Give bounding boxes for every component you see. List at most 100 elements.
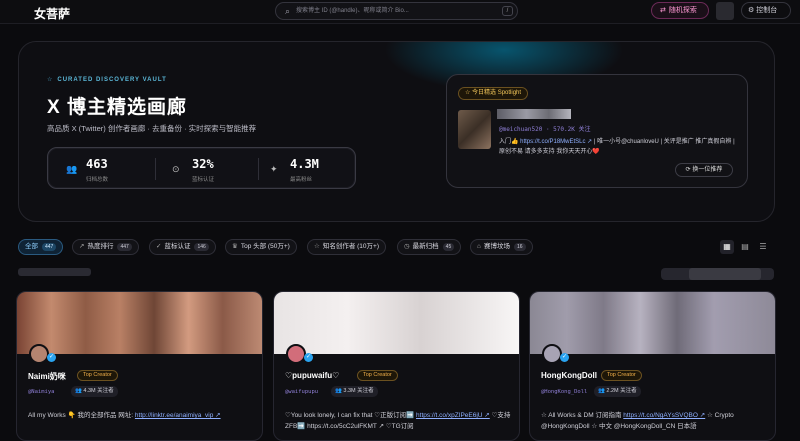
console-label: 控制台 xyxy=(756,7,778,14)
crown-icon: ♛ xyxy=(232,243,238,250)
trending-icon: ↗ xyxy=(79,243,85,250)
avatar[interactable] xyxy=(29,344,49,364)
creator-cover-image[interactable] xyxy=(17,292,262,354)
creator-handle[interactable]: @waifupupu xyxy=(285,389,318,395)
tab-count: 45 xyxy=(442,243,455,251)
check-icon: ✓ xyxy=(156,243,162,250)
verified-badge-icon: ✓ xyxy=(47,353,56,362)
bio-text: ♡You look lonely, I can fix that ♡正版订阅➡️ xyxy=(285,412,417,419)
tab-count: 146 xyxy=(194,243,209,251)
star-icon: ☆ xyxy=(465,90,473,96)
gear-icon: ⚙ xyxy=(748,7,757,14)
tab-count: 447 xyxy=(42,243,57,251)
sparkle-icon: ✦ xyxy=(270,164,278,174)
shuffle-icon: ⇄ xyxy=(660,7,666,14)
refresh-recommend-button[interactable]: ⟳ 换一位推荐 xyxy=(675,163,733,177)
spotlight-thumbnail[interactable] xyxy=(458,110,491,149)
result-count-placeholder xyxy=(18,268,91,276)
tab-top[interactable]: ♛ Top 头部 (50万+) xyxy=(225,239,297,255)
creator-name[interactable]: HongKongDoll xyxy=(541,371,597,380)
creator-handle[interactable]: @Naimiya xyxy=(28,389,55,395)
creator-tag: Top Creator xyxy=(601,370,642,381)
spotlight-badge-label: 今日精选 Spotlight xyxy=(472,90,522,96)
tab-all[interactable]: 全部 447 xyxy=(18,239,64,255)
users-icon: 👥 xyxy=(66,164,78,174)
tab-graveyard[interactable]: ⌂ 赛博坟场 16 xyxy=(470,239,533,255)
top-bar: 女菩萨 ⌕ / ⇄随机探索 ⚙ 控制台 xyxy=(0,0,800,24)
hero-eyebrow: ☆ CURATED DISCOVERY VAULT xyxy=(47,76,167,83)
user-avatar[interactable] xyxy=(716,2,734,20)
creator-name[interactable]: Naimi奶咪 xyxy=(28,371,66,382)
stat-label: 归档总数 xyxy=(86,177,109,183)
creator-bio: ♡You look lonely, I can fix that ♡正版订阅➡️… xyxy=(285,410,513,432)
site-logo[interactable]: 女菩萨 xyxy=(34,5,70,22)
spotlight-badge: ☆ 今日精选 Spotlight xyxy=(458,87,529,100)
tab-trending[interactable]: ↗ 热度排行 447 xyxy=(72,239,139,255)
spotlight-bio: 入门👍 https://t.co/P18MwEtSLc ↗ | 唯一小号@chu… xyxy=(499,137,739,157)
creator-cover-image[interactable] xyxy=(530,292,775,354)
star-icon: ☆ xyxy=(314,243,320,250)
clock-icon: ◷ xyxy=(404,243,410,250)
spotlight-handle[interactable]: @meichuan520 · 570.2K 关注 xyxy=(499,124,590,133)
tab-verified[interactable]: ✓ 蓝标认证 146 xyxy=(149,239,216,255)
tab-count: 16 xyxy=(513,243,526,251)
stat-divider xyxy=(155,158,156,180)
follower-count: 4.3M 关注者 xyxy=(83,388,114,394)
page-title: X 博主精选画廊 xyxy=(47,97,187,118)
creator-handle[interactable]: @HongKong_Doll xyxy=(541,389,587,395)
list-view-icon[interactable]: ☰ xyxy=(756,240,770,254)
tab-notable[interactable]: ☆ 知名创作者 (10万+) xyxy=(307,239,386,255)
creator-followers: 👥 3.3M 关注者 xyxy=(331,386,378,397)
hero-eyebrow-text: CURATED DISCOVERY VAULT xyxy=(57,77,167,83)
search-input[interactable] xyxy=(296,5,501,17)
creator-tag: Top Creator xyxy=(77,370,118,381)
creator-card[interactable]: ✓ HongKongDoll Top Creator @HongKong_Dol… xyxy=(529,291,776,441)
stat-label: 蓝标认证 xyxy=(192,177,215,183)
bio-link[interactable]: https://t.co/xpZIPeE6jU ↗ xyxy=(416,412,490,419)
console-button[interactable]: ⚙ 控制台 xyxy=(741,2,791,19)
tab-label: 赛博坟场 xyxy=(483,243,510,250)
spotlight-bio-link[interactable]: https://t.co/P18MwEtSLc ↗ xyxy=(520,139,592,145)
grid-view-icon[interactable]: ▦ xyxy=(720,240,734,254)
bio-link[interactable]: http://linktr.ee/anaimiya_vip ↗ xyxy=(135,412,221,419)
tab-label: 全部 xyxy=(25,243,38,250)
bio-text: All my Works 👇 我的全部作品 网址: xyxy=(28,412,135,419)
tab-label: 热度排行 xyxy=(87,243,114,250)
search-shortcut-key: / xyxy=(502,6,513,16)
stat-value: 463 xyxy=(86,157,108,171)
bio-text: ☆ All Works & DM 订阅指南 xyxy=(541,412,624,419)
bio-link[interactable]: https://t.co/NgAYsSVQBO ↗ xyxy=(623,412,705,419)
stat-value: 32% xyxy=(192,157,214,171)
check-circle-icon: ⊙ xyxy=(172,164,180,174)
avatar[interactable] xyxy=(542,344,562,364)
large-grid-view-icon[interactable]: ▤ xyxy=(738,240,752,254)
follower-count: 2.2M 关注者 xyxy=(606,388,637,394)
creator-cover-image[interactable] xyxy=(274,292,519,354)
search-box[interactable]: ⌕ / xyxy=(275,2,518,20)
verified-badge-icon: ✓ xyxy=(560,353,569,362)
creator-followers: 👥 2.2M 关注者 xyxy=(594,386,641,397)
creator-card[interactable]: ✓ Naimi奶咪 Top Creator @Naimiya 👥 4.3M 关注… xyxy=(16,291,263,441)
refresh-recommend-label: 换一位推荐 xyxy=(692,167,723,173)
tab-label: Top 头部 (50万+) xyxy=(240,243,290,250)
follower-count: 3.3M 关注者 xyxy=(343,388,374,394)
creator-name[interactable]: ♡pupuwaifu♡ xyxy=(285,371,339,380)
spotlight-card[interactable]: ☆ 今日精选 Spotlight @meichuan520 · 570.2K 关… xyxy=(446,74,748,188)
search-icon: ⌕ xyxy=(285,6,291,16)
tombstone-icon: ⌂ xyxy=(477,243,481,250)
stat-divider xyxy=(258,158,259,180)
creator-card[interactable]: ✓ ♡pupuwaifu♡ Top Creator @waifupupu 👥 3… xyxy=(273,291,520,441)
filter-tabs: 全部 447 ↗ 热度排行 447 ✓ 蓝标认证 146 ♛ Top 头部 (50万+) ☆… xyxy=(18,239,558,255)
random-explore-label: 随机探索 xyxy=(668,7,697,14)
star-icon: ☆ xyxy=(47,77,54,83)
random-explore-button[interactable]: ⇄ 随机探索 xyxy=(651,2,709,19)
avatar[interactable] xyxy=(286,344,306,364)
creator-followers: 👥 4.3M 关注者 xyxy=(71,386,118,397)
sort-select-value xyxy=(689,268,761,280)
hero-panel: ☆ CURATED DISCOVERY VAULT X 博主精选画廊 高品质 X … xyxy=(18,41,775,222)
tab-count: 447 xyxy=(117,243,132,251)
tab-label: 最新归档 xyxy=(412,243,439,250)
creator-bio: All my Works 👇 我的全部作品 网址: http://linktr.… xyxy=(28,410,256,421)
tab-latest[interactable]: ◷ 最新归档 45 xyxy=(397,239,462,255)
tab-label: 蓝标认证 xyxy=(164,243,191,250)
